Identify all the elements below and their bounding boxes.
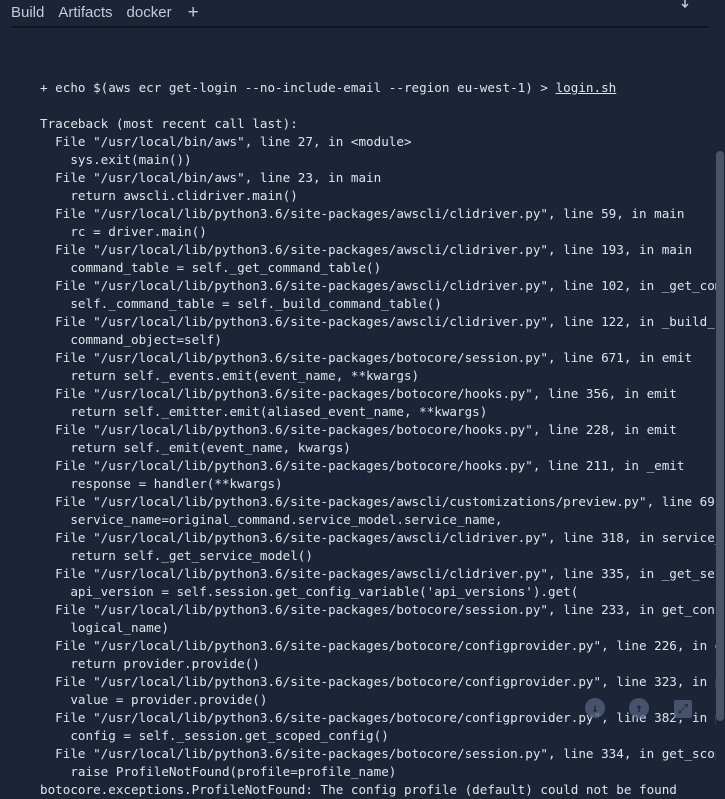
log-line: return self._get_service_model() <box>40 548 313 563</box>
tab-docker[interactable]: docker <box>127 4 172 21</box>
log-line: Traceback (most recent call last): <box>40 116 298 131</box>
log-line: File "/usr/local/bin/aws", line 27, in <… <box>40 134 412 149</box>
log-line: config = self._session.get_scoped_config… <box>40 728 389 743</box>
scroll-down-icon[interactable]: ↓ <box>585 698 605 718</box>
tab-artifacts[interactable]: Artifacts <box>58 4 112 21</box>
tab-divider <box>11 26 709 28</box>
log-line: return awscli.clidriver.main() <box>40 188 298 203</box>
log-line: File "/usr/local/lib/python3.6/site-pack… <box>40 458 685 473</box>
log-line: command_table = self._get_command_table(… <box>40 260 382 275</box>
log-line: File "/usr/local/lib/python3.6/site-pack… <box>40 206 685 221</box>
log-line: raise ProfileNotFound(profile=profile_na… <box>40 764 397 779</box>
log-line: File "/usr/local/bin/aws", line 23, in m… <box>40 170 382 185</box>
tab-build[interactable]: Build <box>11 4 44 21</box>
add-tab-button[interactable]: + <box>188 3 199 22</box>
expand-icon[interactable]: ⤢ <box>674 700 692 718</box>
log-line: response = handler(**kwargs) <box>40 476 283 491</box>
log-line: File "/usr/local/lib/python3.6/site-pack… <box>55 602 716 617</box>
log-line: return provider.provide() <box>40 656 260 671</box>
log-line: File "/usr/local/lib/python3.6/site-pack… <box>40 386 677 401</box>
log-line: File "/usr/local/lib/python3.6/site-pack… <box>40 242 693 257</box>
login-sh-link[interactable]: login.sh <box>556 80 617 95</box>
log-line: File "/usr/local/lib/python3.6/site-pack… <box>40 530 716 545</box>
log-line: logical_name) <box>40 620 169 635</box>
log-line: command_object=self) <box>40 332 222 347</box>
cloud-download-icon[interactable] <box>676 0 694 8</box>
log-line: botocore.exceptions.ProfileNotFound: The… <box>40 782 677 797</box>
log-line: File "/usr/local/lib/python3.6/site-pack… <box>55 314 716 329</box>
log-line: File "/usr/local/lib/python3.6/site-pack… <box>55 566 716 581</box>
scrollbar-thumb[interactable] <box>716 151 724 721</box>
build-log-output: + echo $(aws ecr get-login --no-include-… <box>40 43 716 799</box>
scroll-up-icon[interactable]: ↑ <box>629 698 649 718</box>
log-command-line: + echo $(aws ecr get-login --no-include-… <box>40 80 617 95</box>
log-line: api_version = self.session.get_config_va… <box>40 584 579 599</box>
log-line: rc = driver.main() <box>40 224 207 239</box>
log-line: return self._emit(event_name, kwargs) <box>40 440 351 455</box>
log-line: File "/usr/local/lib/python3.6/site-pack… <box>40 422 677 437</box>
log-line: File "/usr/local/lib/python3.6/site-pack… <box>40 350 693 365</box>
log-line: sys.exit(main()) <box>40 152 192 167</box>
log-line: value = provider.provide() <box>40 692 268 707</box>
log-line: return self._events.emit(event_name, **k… <box>40 368 420 383</box>
log-line: File "/usr/local/lib/python3.6/site-pack… <box>55 638 716 653</box>
log-line: service_name=original_command.service_mo… <box>40 512 503 527</box>
tab-bar: Build Artifacts docker + <box>11 3 199 22</box>
log-line: File "/usr/local/lib/python3.6/site-pack… <box>55 494 716 509</box>
log-line: File "/usr/local/lib/python3.6/site-pack… <box>40 674 716 689</box>
log-line: File "/usr/local/lib/python3.6/site-pack… <box>40 710 716 725</box>
log-line: self._command_table = self._build_comman… <box>40 296 442 311</box>
log-line: return self._emitter.emit(aliased_event_… <box>40 404 488 419</box>
log-line: File "/usr/local/lib/python3.6/site-pack… <box>55 278 716 293</box>
